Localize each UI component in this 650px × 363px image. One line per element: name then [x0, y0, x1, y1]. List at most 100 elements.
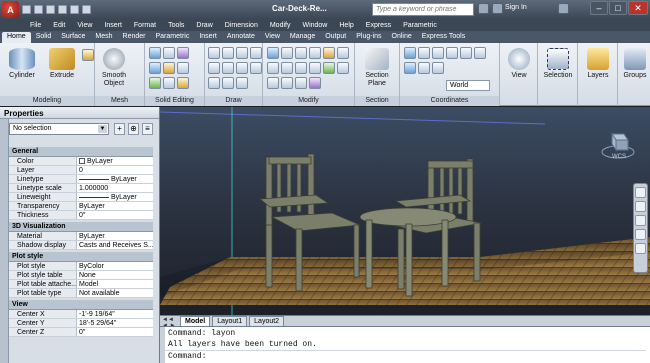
pan-icon[interactable]: [635, 201, 646, 212]
tab-mesh[interactable]: Mesh: [90, 32, 117, 43]
arc-icon[interactable]: [208, 62, 220, 74]
box-dropdown-icon[interactable]: [82, 49, 94, 61]
steering-wheel-icon[interactable]: [635, 187, 646, 198]
mirror-icon[interactable]: [267, 62, 279, 74]
property-value-cell[interactable]: ByLayer: [77, 232, 153, 240]
union-icon[interactable]: [149, 47, 161, 59]
property-row[interactable]: Center Y 18'-5 29/64": [9, 319, 153, 328]
trim-icon[interactable]: [295, 47, 307, 59]
property-value-cell[interactable]: None: [77, 271, 153, 279]
section-header-view[interactable]: View: [9, 300, 153, 310]
selection-dropdown[interactable]: No selection ▼: [9, 123, 109, 135]
property-row[interactable]: Lineweight ByLayer: [9, 193, 153, 202]
menu-item-parametric[interactable]: Parametric: [397, 22, 443, 29]
property-value-cell[interactable]: ByColor: [77, 262, 153, 270]
3d-mirror-icon[interactable]: [309, 77, 321, 89]
thicken-icon[interactable]: [163, 62, 175, 74]
new-icon[interactable]: [22, 5, 31, 14]
erase-icon[interactable]: [337, 62, 349, 74]
property-value-cell[interactable]: ByLayer: [77, 157, 153, 165]
explode-icon[interactable]: [281, 77, 293, 89]
save-icon[interactable]: [46, 5, 55, 14]
subtract-icon[interactable]: [149, 62, 161, 74]
menu-item-modify[interactable]: Modify: [264, 22, 297, 29]
property-row[interactable]: Color ByLayer: [9, 157, 153, 166]
open-icon[interactable]: [34, 5, 43, 14]
tab-surface[interactable]: Surface: [56, 32, 90, 43]
imprint-icon[interactable]: [177, 62, 189, 74]
viewcube[interactable]: WCS: [598, 128, 638, 164]
redo-icon[interactable]: [70, 5, 79, 14]
ucs-world-icon[interactable]: [404, 62, 416, 74]
align-icon[interactable]: [295, 77, 307, 89]
property-value-cell[interactable]: 1.000000: [77, 184, 153, 192]
property-value-cell[interactable]: ByLayer: [77, 175, 153, 183]
property-row[interactable]: Linetype scale 1.000000: [9, 184, 153, 193]
layout-nav-arrows[interactable]: ◄◄ ◄ ► ►►: [162, 317, 178, 335]
section-plane-tool[interactable]: Section Plane: [359, 48, 395, 88]
property-row[interactable]: Plot style table None: [9, 271, 153, 280]
hatch-icon[interactable]: [208, 77, 220, 89]
ellipse-icon[interactable]: [250, 62, 262, 74]
ucs-icon[interactable]: [404, 47, 416, 59]
extract-edges-icon[interactable]: [163, 77, 175, 89]
orbit-icon[interactable]: [635, 229, 646, 240]
quick-select-icon[interactable]: ≡: [142, 123, 153, 135]
property-row[interactable]: Thickness 0": [9, 211, 153, 220]
array-icon[interactable]: [309, 62, 321, 74]
toggle-pickadd-icon[interactable]: +: [114, 123, 125, 135]
tab-solid[interactable]: Solid: [31, 32, 57, 43]
offset-icon[interactable]: [267, 77, 279, 89]
zoom-icon[interactable]: [635, 215, 646, 226]
property-row[interactable]: Plot table attache... Model: [9, 280, 153, 289]
line-icon[interactable]: [208, 47, 220, 59]
tab-insert[interactable]: Insert: [194, 32, 222, 43]
property-value-cell[interactable]: 18'-5 29/64": [77, 319, 153, 327]
palette-side-strip[interactable]: [0, 119, 9, 363]
tab-output[interactable]: Output: [320, 32, 351, 43]
section-header-general[interactable]: General: [9, 147, 153, 157]
3d-rotate-icon[interactable]: [323, 62, 335, 74]
application-menu-button[interactable]: A: [2, 1, 19, 18]
search-input[interactable]: [372, 3, 474, 16]
tab-render[interactable]: Render: [118, 32, 151, 43]
command-line[interactable]: Command: layon All layers have been turn…: [160, 326, 650, 363]
tab-home[interactable]: Home: [2, 32, 31, 43]
ucs-origin-icon[interactable]: [418, 47, 430, 59]
tab-view[interactable]: View: [260, 32, 285, 43]
stretch-icon[interactable]: [295, 62, 307, 74]
property-value-cell[interactable]: 0: [77, 166, 153, 174]
tab-parametric[interactable]: Parametric: [150, 32, 194, 43]
property-row[interactable]: Linetype ByLayer: [9, 175, 153, 184]
polyline-icon[interactable]: [222, 47, 234, 59]
smooth-object-tool[interactable]: Smooth Object: [97, 48, 131, 88]
region-icon[interactable]: [236, 77, 248, 89]
menu-item-format[interactable]: Format: [128, 22, 162, 29]
circle-icon[interactable]: [250, 47, 262, 59]
section-header-3d-visualization[interactable]: 3D Visualization: [9, 222, 153, 232]
property-row[interactable]: Plot table type Not available: [9, 289, 153, 298]
menu-item-tools[interactable]: Tools: [162, 22, 190, 29]
property-row[interactable]: Shadow display Casts and Receives S...: [9, 241, 153, 250]
property-row[interactable]: Center X -1'-9 19/64": [9, 310, 153, 319]
property-value-cell[interactable]: Model: [77, 280, 153, 288]
cylinder-tool[interactable]: Cylinder: [3, 48, 41, 80]
tab-plug-ins[interactable]: Plug-ins: [351, 32, 386, 43]
property-value-cell[interactable]: 0": [77, 328, 153, 336]
3d-move-icon[interactable]: [323, 47, 335, 59]
menu-item-insert[interactable]: Insert: [98, 22, 128, 29]
tab-manage[interactable]: Manage: [285, 32, 320, 43]
tab-annotate[interactable]: Annotate: [222, 32, 260, 43]
property-row[interactable]: Layer 0: [9, 166, 153, 175]
fillet-icon[interactable]: [281, 62, 293, 74]
undo-icon[interactable]: [58, 5, 67, 14]
property-value-cell[interactable]: 0": [77, 211, 153, 219]
ucs-face-icon[interactable]: [418, 62, 430, 74]
menu-item-help[interactable]: Help: [333, 22, 359, 29]
close-button[interactable]: ✕: [628, 1, 648, 15]
property-row[interactable]: Plot style ByColor: [9, 262, 153, 271]
ucs-object-icon[interactable]: [432, 62, 444, 74]
ucs-z-icon[interactable]: [474, 47, 486, 59]
extrude-faces-icon[interactable]: [177, 77, 189, 89]
menu-item-dimension[interactable]: Dimension: [219, 22, 264, 29]
